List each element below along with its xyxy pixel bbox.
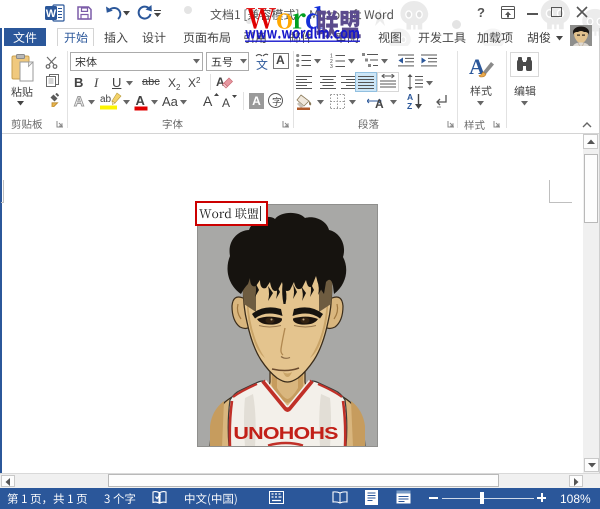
svg-text:A: A — [136, 93, 146, 108]
svg-text:3: 3 — [330, 64, 333, 68]
svg-text:A: A — [216, 75, 225, 89]
svg-text:A: A — [203, 93, 213, 109]
svg-text:Z: Z — [407, 101, 412, 110]
svg-text:UNOHOHS: UNOHOHS — [233, 424, 338, 444]
svg-text:W: W — [46, 8, 57, 20]
svg-text:A: A — [222, 96, 230, 109]
svg-text:ab: ab — [100, 94, 112, 105]
svg-text:A: A — [375, 97, 384, 110]
